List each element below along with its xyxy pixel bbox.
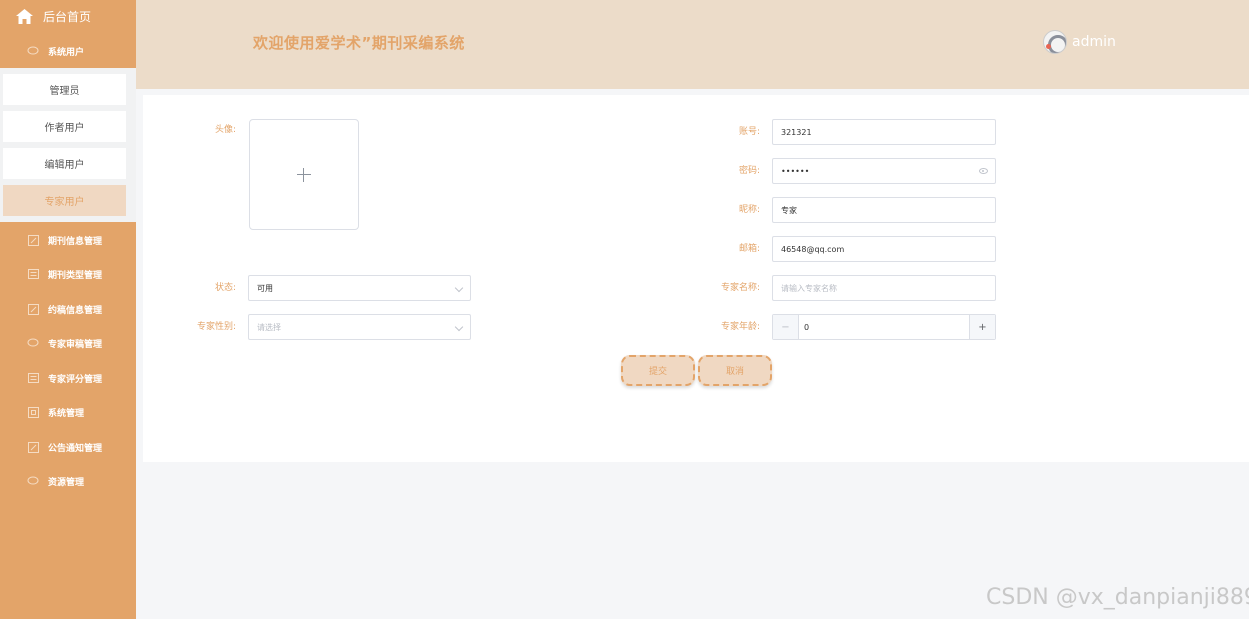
expert-name-placeholder: 请输入专家名称 [781, 283, 837, 293]
list-icon [26, 371, 40, 385]
sidebar-group-label: 公告通知管理 [48, 443, 103, 454]
sidebar: 后台首页 系统用户 管理员 作者用户 编辑用户 专家用户 期刊信息管理 期刊类型… [0, 0, 136, 619]
grid-icon [26, 405, 40, 419]
email-label: 邮箱: [738, 244, 760, 254]
sidebar-group-label: 资源管理 [48, 477, 85, 488]
status-value: 可用 [257, 283, 273, 293]
sidebar-group-journal-type[interactable]: 期刊类型管理 [0, 258, 136, 290]
sidebar-group-label: 期刊信息管理 [48, 236, 103, 247]
submit-button[interactable]: 提交 [621, 355, 695, 386]
page-title: 欢迎使用爱学术”期刊采编系统 [253, 34, 465, 52]
sidebar-item-admin[interactable]: 管理员 [3, 74, 126, 105]
cancel-button[interactable]: 取消 [698, 355, 772, 386]
edit-icon [26, 302, 40, 316]
sidebar-group-label: 系统用户 [48, 47, 85, 58]
email-value: 46548@qq.com [781, 244, 845, 254]
account-label: 账号: [738, 127, 760, 137]
gender-placeholder: 请选择 [257, 322, 281, 332]
account-value: 321321 [781, 127, 812, 137]
chat-icon [26, 336, 40, 350]
password-value: •••••• [781, 166, 810, 176]
sidebar-group-label: 专家评分管理 [48, 374, 103, 385]
decrement-button[interactable]: − [773, 315, 799, 339]
sidebar-item-label: 作者用户 [44, 123, 85, 134]
sidebar-group-announcements[interactable]: 公告通知管理 [0, 431, 136, 463]
increment-button[interactable]: + [969, 315, 995, 339]
home-icon [16, 8, 33, 24]
password-label: 密码: [738, 166, 760, 176]
sidebar-group-label: 系统管理 [48, 408, 85, 419]
password-input[interactable]: •••••• [772, 158, 996, 184]
sidebar-group-system-users[interactable]: 系统用户 [0, 35, 136, 67]
chevron-down-icon [454, 283, 464, 293]
sidebar-item-editor-users[interactable]: 编辑用户 [3, 148, 126, 179]
gender-select[interactable]: 请选择 [248, 314, 471, 340]
user-menu[interactable]: admin [1043, 30, 1116, 54]
sidebar-group-label: 专家审稿管理 [48, 339, 103, 350]
nickname-value: 专家 [781, 205, 797, 215]
nickname-input[interactable]: 专家 [772, 197, 996, 223]
expert-name-input[interactable]: 请输入专家名称 [772, 275, 996, 301]
edit-icon [26, 233, 40, 247]
sidebar-group-resources[interactable]: 资源管理 [0, 465, 136, 497]
sidebar-group-label: 约稿信息管理 [48, 305, 103, 316]
plus-icon [297, 167, 311, 182]
age-value: 0 [804, 322, 810, 332]
eye-icon[interactable] [979, 168, 988, 174]
list-icon [26, 267, 40, 281]
watermark: CSDN @vx_danpianji889 [986, 585, 1249, 610]
sidebar-group-system-management[interactable]: 系统管理 [0, 396, 136, 428]
account-input[interactable]: 321321 [772, 119, 996, 145]
chat-icon [26, 474, 40, 488]
age-label: 专家年龄: [720, 322, 760, 332]
sidebar-submenu: 管理员 作者用户 编辑用户 专家用户 [0, 68, 136, 222]
avatar [1043, 30, 1067, 54]
status-label: 状态: [214, 283, 236, 293]
edit-icon [26, 440, 40, 454]
sidebar-item-label: 管理员 [49, 86, 80, 97]
age-stepper[interactable]: − 0 + [772, 314, 996, 340]
top-header: 欢迎使用爱学术”期刊采编系统 admin [136, 0, 1249, 89]
sidebar-group-label: 期刊类型管理 [48, 270, 103, 281]
status-select[interactable]: 可用 [248, 275, 471, 301]
home-label: 后台首页 [43, 9, 92, 24]
nickname-label: 昵称: [738, 205, 760, 215]
sidebar-item-label: 编辑用户 [44, 160, 85, 171]
sidebar-group-expert-score[interactable]: 专家评分管理 [0, 362, 136, 394]
sidebar-item-expert-users[interactable]: 专家用户 [3, 185, 126, 216]
avatar-uploader[interactable] [249, 119, 359, 230]
sidebar-group-expert-review[interactable]: 专家审稿管理 [0, 327, 136, 359]
sidebar-group-solicitation[interactable]: 约稿信息管理 [0, 293, 136, 325]
gender-label: 专家性别: [196, 322, 236, 332]
username: admin [1072, 34, 1116, 50]
sidebar-item-author-users[interactable]: 作者用户 [3, 111, 126, 142]
edit-form-panel: 头像: 状态: 可用 专家性别: 请选择 账号: 321321 密码: ••••… [143, 95, 1249, 462]
sidebar-group-journal-info[interactable]: 期刊信息管理 [0, 224, 136, 256]
avatar-label: 头像: [214, 125, 236, 135]
sidebar-item-label: 专家用户 [44, 197, 85, 208]
email-input[interactable]: 46548@qq.com [772, 236, 996, 262]
chat-icon [26, 44, 40, 58]
sidebar-home[interactable]: 后台首页 [0, 0, 136, 32]
chevron-down-icon [454, 322, 464, 332]
expert-name-label: 专家名称: [720, 283, 760, 293]
